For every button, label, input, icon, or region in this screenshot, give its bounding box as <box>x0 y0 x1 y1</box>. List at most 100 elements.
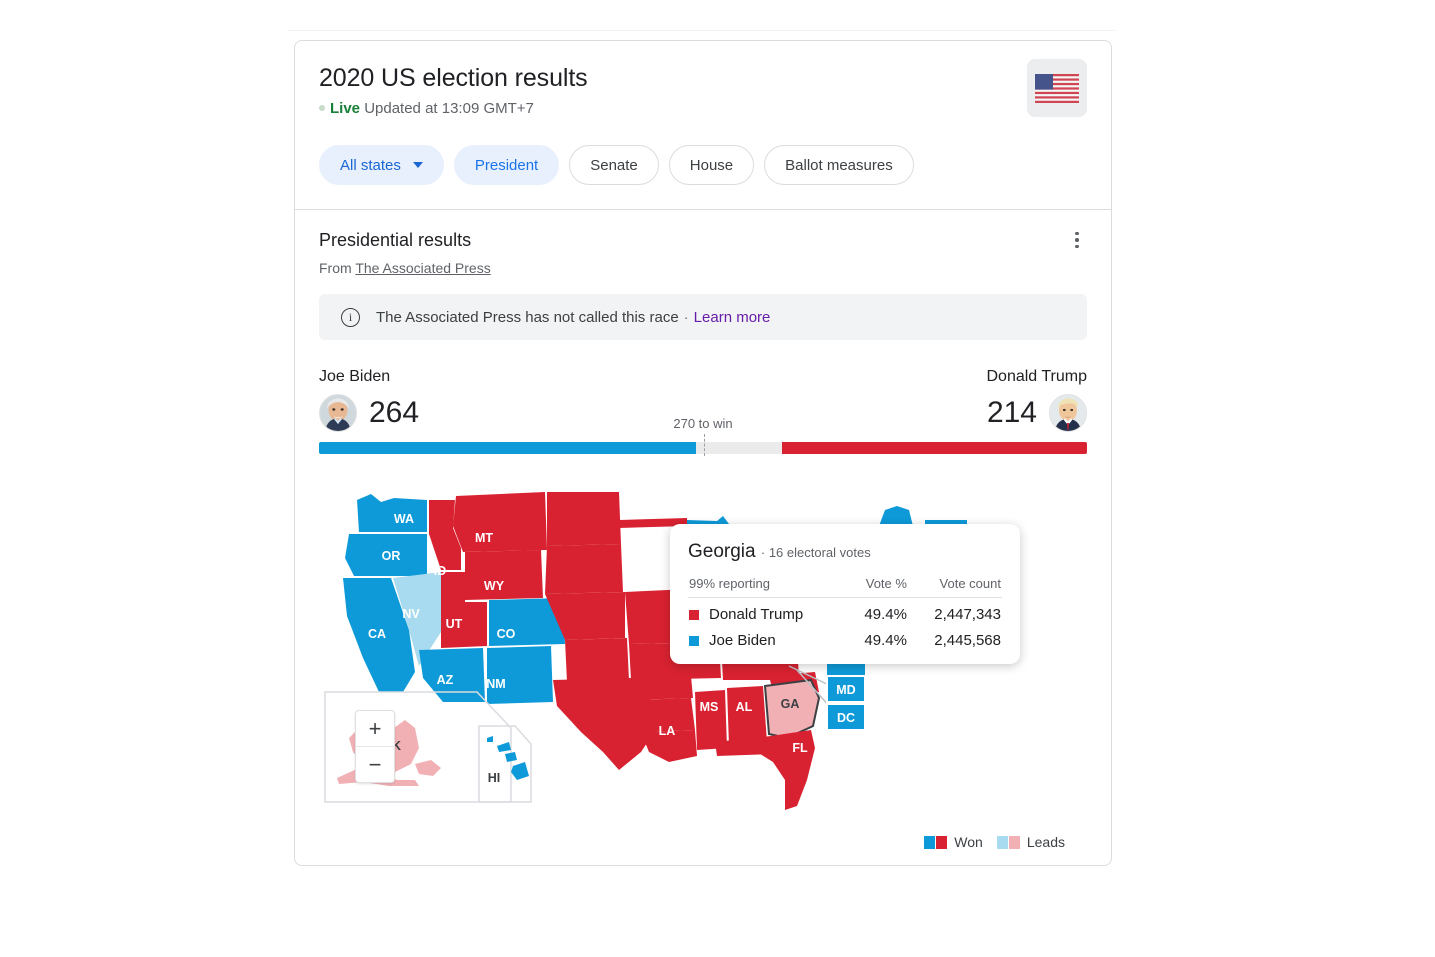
source-link[interactable]: The Associated Press <box>355 260 490 276</box>
source-prefix: From <box>319 260 352 276</box>
candidate-names-row: Joe Biden Donald Trump <box>319 368 1087 386</box>
tooltip-state-name: Georgia <box>688 541 756 562</box>
state-label-or: OR <box>382 549 401 563</box>
state-label-ms: MS <box>700 700 719 714</box>
state-label-fl: FL <box>792 741 808 755</box>
legend-swatch-leads-red <box>1008 835 1020 849</box>
top-divider <box>287 30 1117 31</box>
tooltip-pct-0: 49.4% <box>864 606 907 623</box>
state-label-mt: MT <box>475 531 493 545</box>
tooltip-table-header-row: 99% reporting Vote % Vote count <box>688 575 1002 598</box>
legend-swatch-leads-blue <box>996 835 1008 849</box>
state-label-ga: GA <box>781 697 800 711</box>
presidential-results-section: Presidential results From The Associated… <box>295 210 1111 860</box>
tooltip-header: Georgia · 16 electoral votes <box>688 540 1002 565</box>
live-dot-icon <box>319 105 325 112</box>
tooltip-row-name: Joe Biden <box>688 624 847 650</box>
kebab-dot <box>1075 244 1079 249</box>
state-label-wy: WY <box>484 579 505 593</box>
section-title: Presidential results <box>319 230 472 250</box>
chip-ballot-measures[interactable]: Ballot measures <box>764 145 914 185</box>
trump-color-swatch <box>689 610 699 621</box>
page-title: 2020 US election results <box>319 64 588 92</box>
kebab-menu-icon[interactable] <box>1065 226 1089 254</box>
tooltip-electoral-votes: · 16 electoral votes <box>760 545 871 560</box>
tooltip-reporting: 99% reporting <box>688 575 847 598</box>
candidate-name-left: Joe Biden <box>319 368 391 385</box>
electoral-vote-bar <box>319 434 1087 456</box>
map-zoom-controls[interactable]: + − <box>355 710 395 783</box>
legend-swatch-won-red <box>936 835 948 849</box>
state-label-id: ID <box>434 564 447 578</box>
chip-house[interactable]: House <box>668 145 755 185</box>
legend-label-won: Won <box>954 834 983 850</box>
legend-swatch-won <box>924 835 948 849</box>
legend-label-leads: Leads <box>1026 834 1065 850</box>
state-label-la: LA <box>659 724 676 738</box>
info-icon: i <box>341 307 360 327</box>
state-tooltip: Georgia · 16 electoral votes 99% reporti… <box>670 524 1020 664</box>
electoral-votes-row: 264 270 to win 214 <box>319 394 1087 432</box>
tooltip-candidate-0: Donald Trump <box>709 606 804 623</box>
state-label-ca: CA <box>368 627 386 641</box>
state-label-ut: UT <box>446 617 463 631</box>
tooltip-results-table: 99% reporting Vote % Vote count Donald T… <box>688 575 1002 650</box>
chip-all-states-label: All states <box>340 156 401 174</box>
legend-swatch-won-blue <box>924 835 936 849</box>
chip-ballot-measures-label: Ballot measures <box>785 156 893 174</box>
zoom-out-button[interactable]: − <box>356 747 394 782</box>
bar-segment-biden <box>319 442 696 454</box>
tooltip-pct-1: 49.4% <box>864 632 907 649</box>
chip-house-label: House <box>689 156 734 174</box>
bar-threshold-marker <box>704 434 706 456</box>
bar-segment-trump <box>781 442 1087 454</box>
kebab-dot <box>1075 238 1079 242</box>
tooltip-candidate-1: Joe Biden <box>709 632 776 649</box>
map-legend: Won Leads <box>924 834 1065 850</box>
page-root: 2020 US election results Live Updated at… <box>0 0 1435 957</box>
state-label-hi: HI <box>488 771 501 785</box>
legend-item-won: Won <box>924 834 983 850</box>
chip-all-states[interactable]: All states <box>319 145 444 185</box>
race-not-called-notice: i The Associated Press has not called th… <box>319 294 1087 340</box>
tooltip-count-1: 2,445,568 <box>934 632 1001 649</box>
live-label: Live <box>330 100 361 117</box>
table-row: Donald Trump 49.4% 2,447,343 <box>688 598 1002 625</box>
tooltip-row-name: Donald Trump <box>688 598 847 625</box>
state-label-tx: TX <box>556 719 573 733</box>
notice-separator: · <box>683 308 689 326</box>
updated-text: Updated at 13:09 GMT+7 <box>364 100 534 117</box>
table-row: Joe Biden 49.4% 2,445,568 <box>688 624 1002 650</box>
state-label-nv: NV <box>402 607 420 621</box>
state-label-az: AZ <box>437 673 454 687</box>
candidate-name-right: Donald Trump <box>986 368 1088 385</box>
state-label-nm: NM <box>486 677 505 691</box>
election-results-card: 2020 US election results Live Updated at… <box>294 40 1112 866</box>
state-badge-md: MD <box>836 683 855 697</box>
biden-color-swatch <box>689 636 699 647</box>
learn-more-link[interactable]: Learn more <box>694 309 771 326</box>
us-flag-thumbnail <box>1027 59 1087 117</box>
kebab-dot <box>1075 231 1079 236</box>
card-header: 2020 US election results Live Updated at… <box>295 41 1111 119</box>
chip-president[interactable]: President <box>453 145 560 185</box>
zoom-in-button[interactable]: + <box>356 711 394 746</box>
chip-senate-label: Senate <box>590 156 638 174</box>
live-status: Live Updated at 13:09 GMT+7 <box>319 99 1087 119</box>
tooltip-count-0: 2,447,343 <box>934 606 1001 623</box>
source-attribution: From The Associated Press <box>319 260 1087 276</box>
state-label-co: CO <box>497 627 516 641</box>
us-election-map[interactable]: MD DC WA OR CA NV ID MT WY UT CO AZ NM T… <box>319 480 1087 860</box>
tooltip-col-vote-pct: Vote % <box>847 575 908 598</box>
chip-senate[interactable]: Senate <box>569 145 659 185</box>
legend-item-leads: Leads <box>996 834 1065 850</box>
state-label-wa: WA <box>394 512 414 526</box>
chip-president-label: President <box>474 156 539 174</box>
legend-swatch-leads <box>996 835 1020 849</box>
notice-text: The Associated Press has not called this… <box>376 308 679 326</box>
us-flag-icon <box>1035 73 1079 103</box>
threshold-label: 270 to win <box>673 416 733 431</box>
tooltip-col-vote-count: Vote count <box>907 575 1002 598</box>
chevron-down-icon <box>412 162 423 168</box>
state-badge-dc: DC <box>837 711 855 725</box>
